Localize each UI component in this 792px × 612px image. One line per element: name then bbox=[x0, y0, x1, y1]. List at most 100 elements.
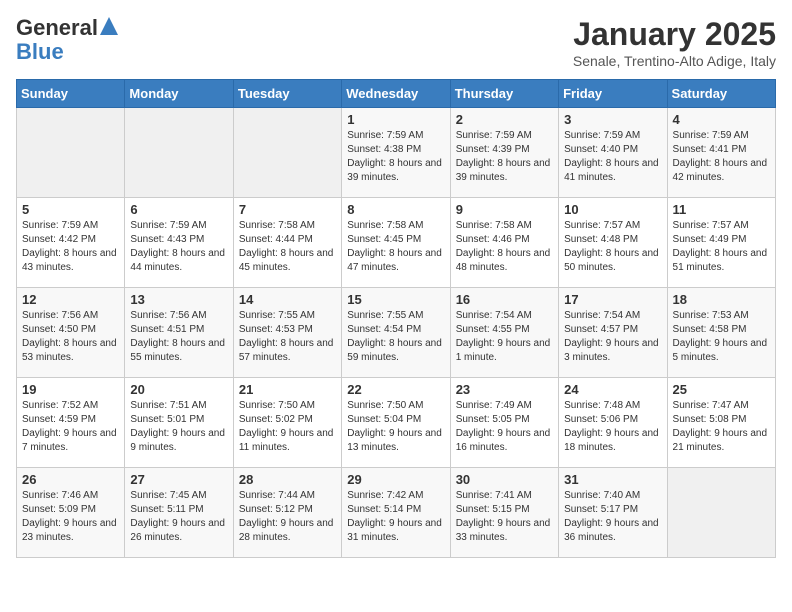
day-number: 2 bbox=[456, 112, 553, 127]
calendar-table: Sunday Monday Tuesday Wednesday Thursday… bbox=[16, 79, 776, 558]
table-row: 25 Sunrise: 7:47 AM Sunset: 5:08 PM Dayli… bbox=[667, 378, 775, 468]
day-number: 14 bbox=[239, 292, 336, 307]
day-info: Sunrise: 7:41 AM Sunset: 5:15 PM Dayligh… bbox=[456, 489, 553, 545]
day-info: Sunrise: 7:59 AM Sunset: 4:43 PM Dayligh… bbox=[130, 219, 227, 275]
day-number: 16 bbox=[456, 292, 553, 307]
day-number: 23 bbox=[456, 382, 553, 397]
table-row: 31 Sunrise: 7:40 AM Sunset: 5:17 PM Dayli… bbox=[559, 468, 667, 558]
table-row: 5 Sunrise: 7:59 AM Sunset: 4:42 PM Daylig… bbox=[17, 198, 125, 288]
day-number: 26 bbox=[22, 472, 119, 487]
table-row: 28 Sunrise: 7:44 AM Sunset: 5:12 PM Dayli… bbox=[233, 468, 341, 558]
table-row: 7 Sunrise: 7:58 AM Sunset: 4:44 PM Daylig… bbox=[233, 198, 341, 288]
day-number: 10 bbox=[564, 202, 661, 217]
day-number: 22 bbox=[347, 382, 444, 397]
logo: General Blue bbox=[16, 16, 118, 64]
day-info: Sunrise: 7:55 AM Sunset: 4:53 PM Dayligh… bbox=[239, 309, 336, 365]
table-row: 17Sunrise: 7:54 AM Sunset: 4:57 PM Dayli… bbox=[559, 288, 667, 378]
table-row: 18 Sunrise: 7:53 AM Sunset: 4:58 PM Dayli… bbox=[667, 288, 775, 378]
table-row: 22Sunrise: 7:50 AM Sunset: 5:04 PM Dayli… bbox=[342, 378, 450, 468]
day-number: 9 bbox=[456, 202, 553, 217]
day-info: Sunrise: 7:59 AM Sunset: 4:40 PM Dayligh… bbox=[564, 129, 661, 185]
day-number: 15 bbox=[347, 292, 444, 307]
day-number: 29 bbox=[347, 472, 444, 487]
day-number: 24 bbox=[564, 382, 661, 397]
day-info: Sunrise: 7:54 AM Sunset: 4:55 PM Dayligh… bbox=[456, 309, 553, 365]
day-info: Sunrise: 7:59 AM Sunset: 4:39 PM Dayligh… bbox=[456, 129, 553, 185]
weekday-monday: Monday bbox=[125, 80, 233, 108]
table-row: 1 Sunrise: 7:59 AM Sunset: 4:38 PM Daylig… bbox=[342, 108, 450, 198]
day-info: Sunrise: 7:58 AM Sunset: 4:44 PM Dayligh… bbox=[239, 219, 336, 275]
table-row: 3Sunrise: 7:59 AM Sunset: 4:40 PM Daylig… bbox=[559, 108, 667, 198]
day-number: 25 bbox=[673, 382, 770, 397]
day-info: Sunrise: 7:47 AM Sunset: 5:08 PM Dayligh… bbox=[673, 399, 770, 455]
day-number: 1 bbox=[347, 112, 444, 127]
day-info: Sunrise: 7:56 AM Sunset: 4:50 PM Dayligh… bbox=[22, 309, 119, 365]
table-row: 9 Sunrise: 7:58 AM Sunset: 4:46 PM Daylig… bbox=[450, 198, 558, 288]
day-info: Sunrise: 7:40 AM Sunset: 5:17 PM Dayligh… bbox=[564, 489, 661, 545]
logo-text-blue: Blue bbox=[16, 40, 64, 64]
day-number: 27 bbox=[130, 472, 227, 487]
day-info: Sunrise: 7:49 AM Sunset: 5:05 PM Dayligh… bbox=[456, 399, 553, 455]
table-row: 10 Sunrise: 7:57 AM Sunset: 4:48 PM Dayli… bbox=[559, 198, 667, 288]
table-row bbox=[17, 108, 125, 198]
page-header: General Blue January 2025 Senale, Trenti… bbox=[16, 16, 776, 69]
day-info: Sunrise: 7:57 AM Sunset: 4:49 PM Dayligh… bbox=[673, 219, 770, 275]
day-number: 13 bbox=[130, 292, 227, 307]
table-row: 29Sunrise: 7:42 AM Sunset: 5:14 PM Dayli… bbox=[342, 468, 450, 558]
day-number: 21 bbox=[239, 382, 336, 397]
location-subtitle: Senale, Trentino-Alto Adige, Italy bbox=[573, 53, 776, 69]
day-number: 31 bbox=[564, 472, 661, 487]
weekday-saturday: Saturday bbox=[667, 80, 775, 108]
month-title: January 2025 bbox=[573, 16, 776, 53]
table-row: 30 Sunrise: 7:41 AM Sunset: 5:15 PM Dayli… bbox=[450, 468, 558, 558]
table-row bbox=[125, 108, 233, 198]
day-info: Sunrise: 7:52 AM Sunset: 4:59 PM Dayligh… bbox=[22, 399, 119, 455]
table-row: 14 Sunrise: 7:55 AM Sunset: 4:53 PM Dayli… bbox=[233, 288, 341, 378]
table-row: 6Sunrise: 7:59 AM Sunset: 4:43 PM Daylig… bbox=[125, 198, 233, 288]
day-number: 20 bbox=[130, 382, 227, 397]
day-number: 8 bbox=[347, 202, 444, 217]
table-row: 26Sunrise: 7:46 AM Sunset: 5:09 PM Dayli… bbox=[17, 468, 125, 558]
day-info: Sunrise: 7:55 AM Sunset: 4:54 PM Dayligh… bbox=[347, 309, 444, 365]
weekday-thursday: Thursday bbox=[450, 80, 558, 108]
table-row bbox=[233, 108, 341, 198]
table-row: 11Sunrise: 7:57 AM Sunset: 4:49 PM Dayli… bbox=[667, 198, 775, 288]
day-info: Sunrise: 7:45 AM Sunset: 5:11 PM Dayligh… bbox=[130, 489, 227, 545]
table-row: 15 Sunrise: 7:55 AM Sunset: 4:54 PM Dayli… bbox=[342, 288, 450, 378]
day-number: 4 bbox=[673, 112, 770, 127]
day-info: Sunrise: 7:57 AM Sunset: 4:48 PM Dayligh… bbox=[564, 219, 661, 275]
logo-text-general: General bbox=[16, 16, 98, 40]
day-info: Sunrise: 7:48 AM Sunset: 5:06 PM Dayligh… bbox=[564, 399, 661, 455]
day-number: 30 bbox=[456, 472, 553, 487]
table-row: 2 Sunrise: 7:59 AM Sunset: 4:39 PM Daylig… bbox=[450, 108, 558, 198]
day-number: 7 bbox=[239, 202, 336, 217]
day-number: 5 bbox=[22, 202, 119, 217]
day-info: Sunrise: 7:44 AM Sunset: 5:12 PM Dayligh… bbox=[239, 489, 336, 545]
weekday-tuesday: Tuesday bbox=[233, 80, 341, 108]
table-row: 24 Sunrise: 7:48 AM Sunset: 5:06 PM Dayli… bbox=[559, 378, 667, 468]
day-info: Sunrise: 7:50 AM Sunset: 5:02 PM Dayligh… bbox=[239, 399, 336, 455]
table-row: 20Sunrise: 7:51 AM Sunset: 5:01 PM Dayli… bbox=[125, 378, 233, 468]
weekday-friday: Friday bbox=[559, 80, 667, 108]
day-number: 18 bbox=[673, 292, 770, 307]
table-row bbox=[667, 468, 775, 558]
logo-arrow-icon bbox=[100, 17, 118, 35]
day-info: Sunrise: 7:56 AM Sunset: 4:51 PM Dayligh… bbox=[130, 309, 227, 365]
day-number: 17 bbox=[564, 292, 661, 307]
weekday-wednesday: Wednesday bbox=[342, 80, 450, 108]
day-info: Sunrise: 7:59 AM Sunset: 4:41 PM Dayligh… bbox=[673, 129, 770, 185]
table-row: 21 Sunrise: 7:50 AM Sunset: 5:02 PM Dayli… bbox=[233, 378, 341, 468]
table-row: 13 Sunrise: 7:56 AM Sunset: 4:51 PM Dayli… bbox=[125, 288, 233, 378]
day-number: 28 bbox=[239, 472, 336, 487]
day-info: Sunrise: 7:58 AM Sunset: 4:46 PM Dayligh… bbox=[456, 219, 553, 275]
table-row: 16 Sunrise: 7:54 AM Sunset: 4:55 PM Dayli… bbox=[450, 288, 558, 378]
table-row: 4 Sunrise: 7:59 AM Sunset: 4:41 PM Daylig… bbox=[667, 108, 775, 198]
day-info: Sunrise: 7:58 AM Sunset: 4:45 PM Dayligh… bbox=[347, 219, 444, 275]
day-number: 12 bbox=[22, 292, 119, 307]
table-row: 8 Sunrise: 7:58 AM Sunset: 4:45 PM Daylig… bbox=[342, 198, 450, 288]
day-info: Sunrise: 7:59 AM Sunset: 4:42 PM Dayligh… bbox=[22, 219, 119, 275]
day-info: Sunrise: 7:53 AM Sunset: 4:58 PM Dayligh… bbox=[673, 309, 770, 365]
day-info: Sunrise: 7:59 AM Sunset: 4:38 PM Dayligh… bbox=[347, 129, 444, 185]
table-row: 12 Sunrise: 7:56 AM Sunset: 4:50 PM Dayli… bbox=[17, 288, 125, 378]
weekday-sunday: Sunday bbox=[17, 80, 125, 108]
